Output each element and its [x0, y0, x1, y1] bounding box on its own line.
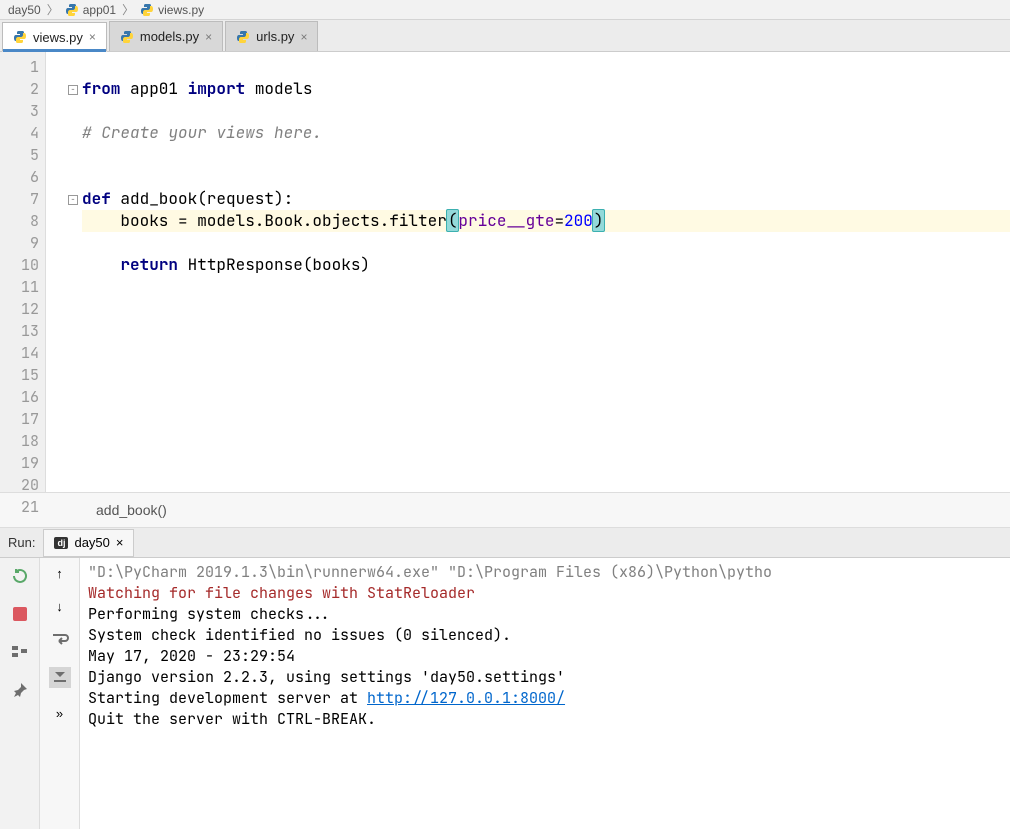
crumb-context-label: add_book()	[96, 502, 167, 518]
pin-icon[interactable]	[9, 680, 31, 700]
tab-label: models.py	[140, 29, 199, 44]
run-tool-window: ↑ ↓ » "D:\PyCharm 2019.1.3\bin\runnerw64…	[0, 558, 1010, 829]
tab-urls[interactable]: urls.py ×	[225, 21, 318, 51]
line-number-gutter: 123456789101112131415161718192021	[0, 52, 46, 492]
django-icon: dj	[54, 537, 68, 549]
close-icon[interactable]: ×	[89, 30, 96, 44]
python-icon	[65, 3, 79, 17]
scroll-down-icon[interactable]: ↓	[56, 599, 63, 614]
breadcrumb-item: app01	[61, 3, 120, 17]
structure-crumb[interactable]: add_book()	[0, 492, 1010, 528]
python-icon	[13, 30, 27, 44]
python-icon	[236, 30, 250, 44]
run-secondary-toolbar: ↑ ↓ »	[40, 558, 80, 829]
run-primary-toolbar	[0, 558, 40, 829]
code-content[interactable]: from app01 import models # Create your v…	[82, 52, 1010, 492]
tab-views[interactable]: views.py ×	[2, 22, 107, 52]
scroll-to-end-icon[interactable]	[49, 667, 71, 688]
stop-icon[interactable]	[9, 604, 31, 624]
run-config-tab[interactable]: dj day50 ×	[43, 529, 134, 557]
fold-gutter[interactable]: - -	[46, 52, 82, 492]
tab-models[interactable]: models.py ×	[109, 21, 223, 51]
close-icon[interactable]: ×	[116, 535, 124, 550]
tab-label: urls.py	[256, 29, 294, 44]
run-config-name: day50	[74, 535, 109, 550]
chevron-right-icon: 〉	[45, 1, 61, 18]
run-tool-header: Run: dj day50 ×	[0, 528, 1010, 558]
close-icon[interactable]: ×	[300, 30, 307, 44]
scroll-up-icon[interactable]: ↑	[56, 566, 63, 581]
run-panel-label: Run:	[0, 535, 43, 550]
more-icon[interactable]: »	[56, 706, 63, 721]
editor-tabs: views.py × models.py × urls.py ×	[0, 20, 1010, 52]
code-editor[interactable]: 123456789101112131415161718192021 - - fr…	[0, 52, 1010, 492]
tab-label: views.py	[33, 30, 83, 45]
console-output[interactable]: "D:\PyCharm 2019.1.3\bin\runnerw64.exe" …	[80, 558, 1010, 829]
python-icon	[120, 30, 134, 44]
soft-wrap-icon[interactable]	[51, 632, 69, 649]
dump-threads-icon[interactable]	[9, 642, 31, 662]
breadcrumb-item: day50	[4, 3, 45, 17]
rerun-icon[interactable]	[9, 566, 31, 586]
close-icon[interactable]: ×	[205, 30, 212, 44]
breadcrumb-item: views.py	[136, 3, 208, 17]
breadcrumb: day50 〉 app01 〉 views.py	[0, 0, 1010, 20]
chevron-right-icon: 〉	[120, 1, 136, 18]
python-icon	[140, 3, 154, 17]
